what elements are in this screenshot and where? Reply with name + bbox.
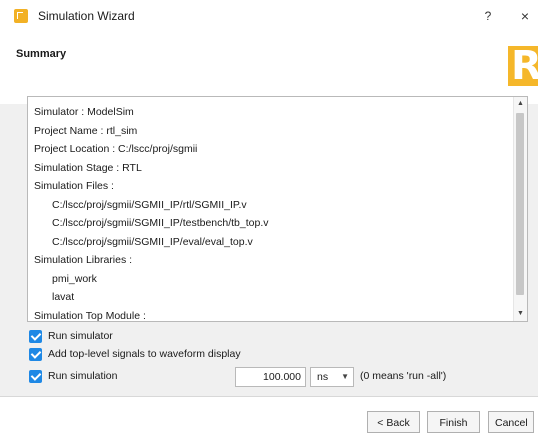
lattice-logo-icon: R [508, 46, 538, 86]
summary-line: Simulation Files : [34, 180, 114, 192]
time-unit-value: ns [317, 371, 329, 383]
button-bar: < Back Finish Cancel [0, 396, 538, 439]
summary-line: Simulation Stage : RTL [34, 161, 142, 174]
title-bar: Simulation Wizard ? × [0, 0, 538, 32]
logo-letter: R [511, 46, 538, 86]
cancel-button[interactable]: Cancel [488, 411, 534, 433]
scroll-up-icon[interactable]: ▲ [514, 97, 527, 111]
chevron-down-icon: ▼ [341, 372, 349, 381]
scroll-down-icon[interactable]: ▼ [514, 307, 527, 321]
run-simulation-label: Run simulation [48, 370, 118, 382]
summary-line: Simulation Libraries : [34, 254, 133, 266]
summary-line: Simulator : ModelSim [34, 106, 134, 118]
add-signals-label: Add top-level signals to waveform displa… [48, 348, 241, 360]
page-title: Summary [16, 48, 67, 60]
window-title: Simulation Wizard [38, 9, 135, 23]
back-button[interactable]: < Back [367, 411, 420, 433]
run-simulation-checkbox[interactable] [29, 370, 42, 383]
vertical-scrollbar[interactable]: ▲ ▼ [513, 97, 527, 321]
summary-line: Project Name : rtl_sim [34, 124, 138, 137]
summary-line: C:/lscc/proj/sgmii/SGMII_IP/rtl/SGMII_IP… [52, 198, 247, 211]
summary-panel[interactable]: Simulator : ModelSim Project Name : rtl_s… [27, 96, 528, 322]
summary-line: Simulation Top Module : [34, 309, 146, 322]
summary-text: Simulator : ModelSim Project Name : rtl_s… [34, 103, 512, 322]
simulation-time-input[interactable]: 100.000 [235, 367, 306, 387]
finish-button[interactable]: Finish [427, 411, 480, 433]
app-icon [14, 9, 28, 23]
summary-line: pmi_work [52, 272, 97, 285]
wizard-header: Summary R [0, 32, 538, 105]
time-unit-select[interactable]: ns ▼ [310, 367, 354, 387]
run-all-hint: (0 means 'run -all') [360, 370, 447, 382]
summary-line: C:/lscc/proj/sgmii/SGMII_IP/eval/eval_to… [52, 235, 253, 248]
scroll-thumb[interactable] [516, 113, 524, 295]
run-simulator-checkbox[interactable] [29, 330, 42, 343]
help-button[interactable]: ? [480, 6, 496, 26]
add-signals-checkbox[interactable] [29, 348, 42, 361]
summary-line: C:/lscc/proj/sgmii/SGMII_IP/testbench/tb… [52, 217, 269, 229]
summary-line: lavat [52, 291, 75, 303]
close-button[interactable]: × [516, 6, 534, 26]
run-simulator-label: Run simulator [48, 330, 113, 342]
summary-line: Project Location : C:/lscc/proj/sgmii [34, 143, 198, 155]
